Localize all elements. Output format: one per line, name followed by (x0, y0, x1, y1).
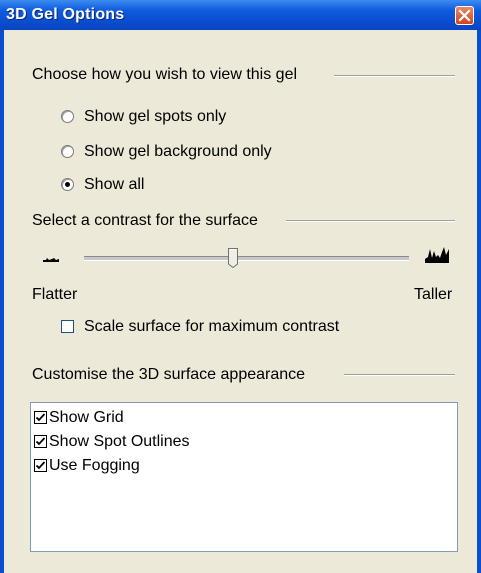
list-item-label[interactable]: Use Fogging (49, 456, 140, 476)
radio-label[interactable]: Show gel background only (84, 143, 272, 161)
contrast-group-divider (286, 220, 455, 222)
contrast-group-label: Select a contrast for the surface (32, 212, 258, 229)
slider-track[interactable] (84, 256, 409, 261)
dialog-window: 3D Gel Options Choose how you wish to vi… (0, 0, 481, 573)
checkmark-icon (35, 437, 46, 446)
view-group-label: Choose how you wish to view this gel (32, 66, 298, 83)
checkbox[interactable] (34, 411, 47, 424)
radio-button[interactable] (61, 110, 74, 123)
checkmark-icon (35, 461, 46, 470)
appearance-group-divider (344, 374, 455, 376)
radio-button[interactable] (61, 145, 74, 158)
close-button[interactable] (455, 6, 474, 25)
view-group-divider (334, 75, 455, 77)
checkmark-icon (35, 413, 46, 422)
checkbox[interactable] (34, 459, 47, 472)
slider-min-label: Flatter (32, 286, 78, 303)
checkbox-label[interactable]: Scale surface for maximum contrast (84, 318, 339, 336)
checkbox[interactable] (61, 320, 74, 333)
tall-surface-icon (425, 247, 449, 263)
radio-selected-dot (65, 182, 70, 187)
window-title: 3D Gel Options (6, 6, 125, 23)
slider-thumb[interactable] (228, 248, 238, 268)
appearance-checklist[interactable]: Show Grid Show Spot Outlines Use Fogging (30, 402, 458, 552)
flat-surface-icon (43, 258, 59, 262)
title-bar[interactable]: 3D Gel Options (0, 0, 481, 30)
list-item-label[interactable]: Show Grid (49, 408, 124, 428)
window-frame-right (477, 30, 481, 573)
slider-max-label: Taller (414, 286, 453, 303)
appearance-group-label: Customise the 3D surface appearance (32, 366, 306, 383)
radio-label[interactable]: Show all (84, 176, 144, 194)
checkbox[interactable] (34, 435, 47, 448)
radio-label[interactable]: Show gel spots only (84, 108, 226, 126)
radio-button[interactable] (61, 178, 74, 191)
close-icon (458, 9, 471, 22)
list-item-label[interactable]: Show Spot Outlines (49, 432, 190, 452)
